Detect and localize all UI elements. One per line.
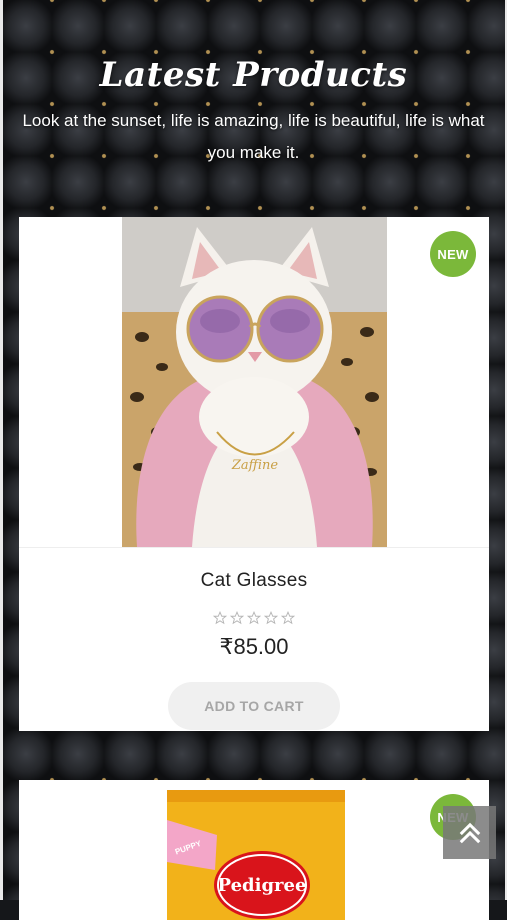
product-card[interactable]: Zaffine NEW Cat Glasses ₹85.00 ADD TO CA… [19,217,489,731]
double-chevron-up-icon [459,822,480,843]
product-card[interactable]: PUPPY Pedigree NEW [19,780,489,920]
star-icon [281,611,295,625]
product-image-area[interactable]: Zaffine NEW [19,217,489,548]
section-subtitle: Look at the sunset, life is amazing, lif… [22,111,485,162]
hero-section: Latest Products Look at the sunset, life… [0,55,507,169]
star-rating [19,611,489,625]
scroll-to-top-button[interactable] [443,806,496,859]
product-price: ₹85.00 [219,634,289,659]
new-badge: NEW [430,231,476,277]
brand-text: Pedigree [218,875,307,896]
section-title: Latest Products [99,55,408,95]
necklace-text: Zaffine [231,458,279,473]
star-icon [264,611,278,625]
product-image[interactable]: Zaffine [122,217,387,547]
star-icon [213,611,227,625]
product-image[interactable]: PUPPY Pedigree [167,790,345,920]
star-icon [230,611,244,625]
star-icon [247,611,261,625]
product-name[interactable]: Cat Glasses [19,570,489,592]
add-to-cart-button[interactable]: ADD TO CART [168,682,340,730]
